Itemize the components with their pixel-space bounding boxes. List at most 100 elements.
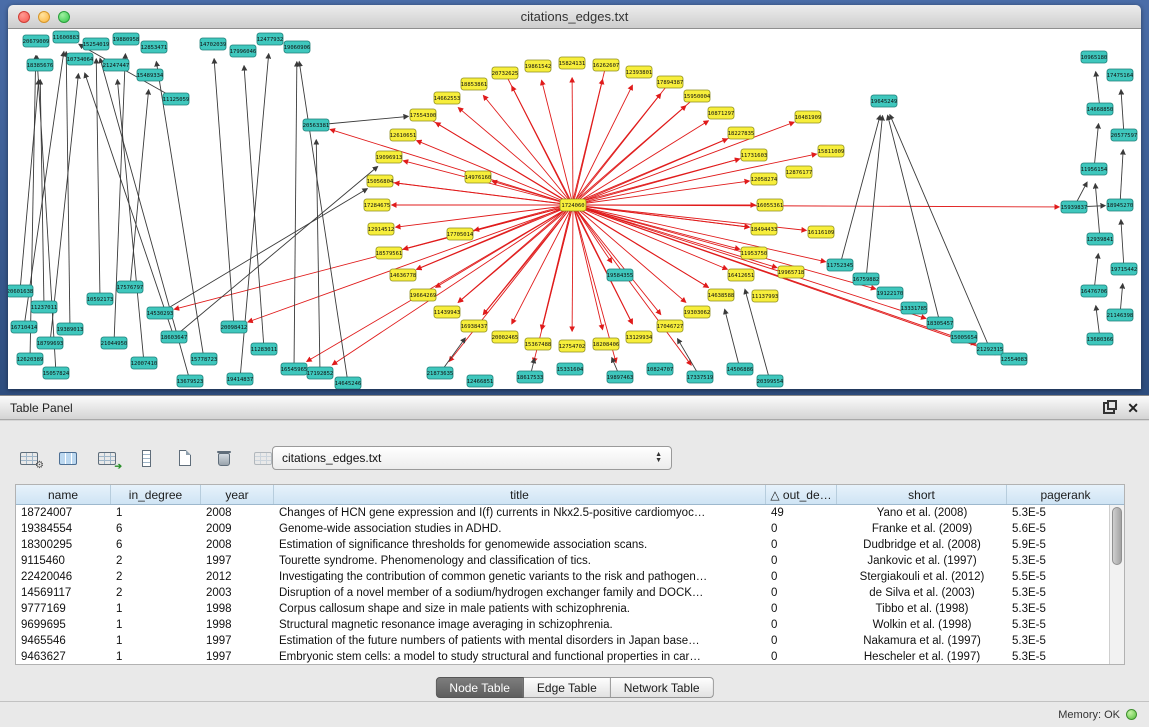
graph-node[interactable]: 15254019	[83, 38, 110, 50]
graph-node[interactable]: 18494433	[751, 223, 778, 235]
graph-node[interactable]: 21247447	[103, 59, 130, 71]
table-cell-short[interactable]: Stergiakouli et al. (2012)	[837, 571, 1007, 583]
delete-column-button[interactable]	[209, 445, 239, 471]
graph-edge[interactable]	[66, 52, 70, 329]
table-cell-out_degree[interactable]: 0	[766, 555, 837, 567]
graph-node[interactable]: 20098412	[221, 321, 248, 333]
table-cell-title[interactable]: Structural magnetic resonance image aver…	[274, 619, 766, 631]
graph-node[interactable]: 13679523	[177, 375, 204, 387]
graph-node[interactable]: 21146398	[1107, 309, 1134, 321]
scrollbar-thumb[interactable]	[1112, 507, 1122, 565]
graph-edge[interactable]	[114, 54, 125, 343]
column-header-out_degree[interactable]: △ out_de…	[766, 485, 837, 504]
graph-node[interactable]: 10965180	[1081, 51, 1108, 63]
float-panel-icon[interactable]	[1103, 402, 1115, 414]
table-cell-pagerank[interactable]: 5.3E-5	[1007, 587, 1124, 599]
table-cell-out_degree[interactable]: 49	[766, 507, 837, 519]
graph-node[interactable]: 16476706	[1081, 285, 1108, 297]
graph-node[interactable]: 19060906	[284, 41, 311, 53]
table-cell-title[interactable]: Disruption of a novel member of a sodium…	[274, 587, 766, 599]
zoom-window-icon[interactable]	[58, 11, 70, 23]
table-cell-in_degree[interactable]: 1	[111, 635, 201, 647]
graph-edge[interactable]	[160, 189, 367, 313]
table-cell-year[interactable]: 1997	[201, 651, 274, 663]
graph-node[interactable]: 14662553	[434, 92, 461, 104]
close-window-icon[interactable]	[18, 11, 30, 23]
table-cell-title[interactable]: Embryonic stem cells: a model to study s…	[274, 651, 766, 663]
table-cell-name[interactable]: 9465546	[16, 635, 111, 647]
table-cell-short[interactable]: Hescheler et al. (1997)	[837, 651, 1007, 663]
graph-node[interactable]: 13129934	[626, 331, 653, 343]
graph-node[interactable]: 12393801	[626, 66, 653, 78]
table-cell-pagerank[interactable]: 5.6E-5	[1007, 523, 1124, 535]
create-column-button[interactable]	[170, 445, 200, 471]
graph-node[interactable]: 13680366	[1087, 333, 1114, 345]
graph-node[interactable]: 15824131	[559, 57, 586, 69]
graph-node[interactable]: 12620389	[17, 353, 44, 365]
graph-node[interactable]: 18617533	[517, 371, 544, 383]
graph-node[interactable]: 11283011	[251, 343, 278, 355]
graph-node[interactable]: 21873635	[427, 367, 454, 379]
close-panel-icon[interactable]: ✕	[1127, 402, 1139, 414]
table-cell-title[interactable]: Investigating the contribution of common…	[274, 571, 766, 583]
graph-node[interactable]: 11956154	[1081, 163, 1108, 175]
graph-edge[interactable]	[330, 129, 573, 205]
table-cell-short[interactable]: Wolkin et al. (1998)	[837, 619, 1007, 631]
table-row[interactable]: 977716911998Corpus callosum shape and si…	[16, 601, 1124, 617]
table-cell-short[interactable]: Yano et al. (2008)	[837, 507, 1007, 519]
graph-node[interactable]: 15939837	[1061, 201, 1088, 213]
graph-node[interactable]: 15778723	[191, 353, 218, 365]
table-cell-out_degree[interactable]: 0	[766, 651, 837, 663]
minimize-window-icon[interactable]	[38, 11, 50, 23]
graph-node[interactable]: 12853471	[141, 41, 168, 53]
graph-node[interactable]: 19861542	[525, 60, 552, 72]
table-cell-year[interactable]: 1997	[201, 635, 274, 647]
graph-edge[interactable]	[117, 80, 144, 363]
graph-node[interactable]: 12914512	[368, 223, 395, 235]
graph-node[interactable]: 15489334	[137, 69, 164, 81]
table-cell-pagerank[interactable]: 5.3E-5	[1007, 555, 1124, 567]
table-row[interactable]: 1456911722003Disruption of a novel membe…	[16, 585, 1124, 601]
table-cell-out_degree[interactable]: 0	[766, 603, 837, 615]
graph-edge[interactable]	[37, 56, 56, 373]
graph-node[interactable]: 15057824	[43, 367, 70, 379]
graph-node[interactable]: 11125059	[163, 93, 190, 105]
graph-node[interactable]: 17475164	[1107, 69, 1134, 81]
graph-node[interactable]: 14645246	[335, 377, 362, 389]
tab-edge-table[interactable]: Edge Table	[524, 677, 611, 698]
graph-node[interactable]: 14638588	[708, 289, 735, 301]
table-cell-pagerank[interactable]: 5.3E-5	[1007, 619, 1124, 631]
graph-edge[interactable]	[30, 56, 36, 359]
table-cell-title[interactable]: Estimation of the future numbers of pati…	[274, 635, 766, 647]
graph-node[interactable]: 20679009	[23, 35, 50, 47]
graph-node[interactable]: 10481909	[795, 111, 822, 123]
table-cell-year[interactable]: 1997	[201, 555, 274, 567]
table-cell-year[interactable]: 2009	[201, 523, 274, 535]
graph-node[interactable]: 12007410	[131, 357, 158, 369]
table-cell-short[interactable]: Dudbridge et al. (2008)	[837, 539, 1007, 551]
table-cell-in_degree[interactable]: 2	[111, 587, 201, 599]
table-cell-title[interactable]: Genome-wide association studies in ADHD.	[274, 523, 766, 535]
graph-node[interactable]: 11752345	[827, 259, 854, 271]
graph-node[interactable]: 10592173	[87, 293, 114, 305]
graph-node[interactable]: 12754702	[559, 340, 586, 352]
graph-node[interactable]: 16710414	[11, 321, 38, 333]
graph-node[interactable]: 20399554	[757, 375, 784, 387]
graph-node[interactable]: 19584355	[607, 269, 634, 281]
graph-node[interactable]: 19880958	[113, 33, 140, 45]
table-cell-year[interactable]: 2003	[201, 587, 274, 599]
column-header-pagerank[interactable]: pagerank	[1007, 485, 1124, 504]
graph-node[interactable]: 16262607	[593, 59, 620, 71]
network-graph-svg[interactable]: 1605536112058274117316031822783510871297…	[8, 29, 1141, 389]
graph-node[interactable]: 11731603	[741, 149, 768, 161]
graph-edge[interactable]	[572, 78, 573, 205]
graph-node[interactable]: 14506886	[727, 363, 754, 375]
table-cell-title[interactable]: Changes of HCN gene expression and I(f) …	[274, 507, 766, 519]
graph-edge[interactable]	[573, 121, 708, 205]
graph-node[interactable]: 14976160	[465, 171, 492, 183]
graph-node[interactable]: 18853861	[461, 78, 488, 90]
table-cell-name[interactable]: 19384554	[16, 523, 111, 535]
graph-node[interactable]: 11237011	[31, 301, 58, 313]
table-cell-pagerank[interactable]: 5.9E-5	[1007, 539, 1124, 551]
network-select[interactable]: citations_edges.txt ▲▼	[272, 446, 672, 470]
